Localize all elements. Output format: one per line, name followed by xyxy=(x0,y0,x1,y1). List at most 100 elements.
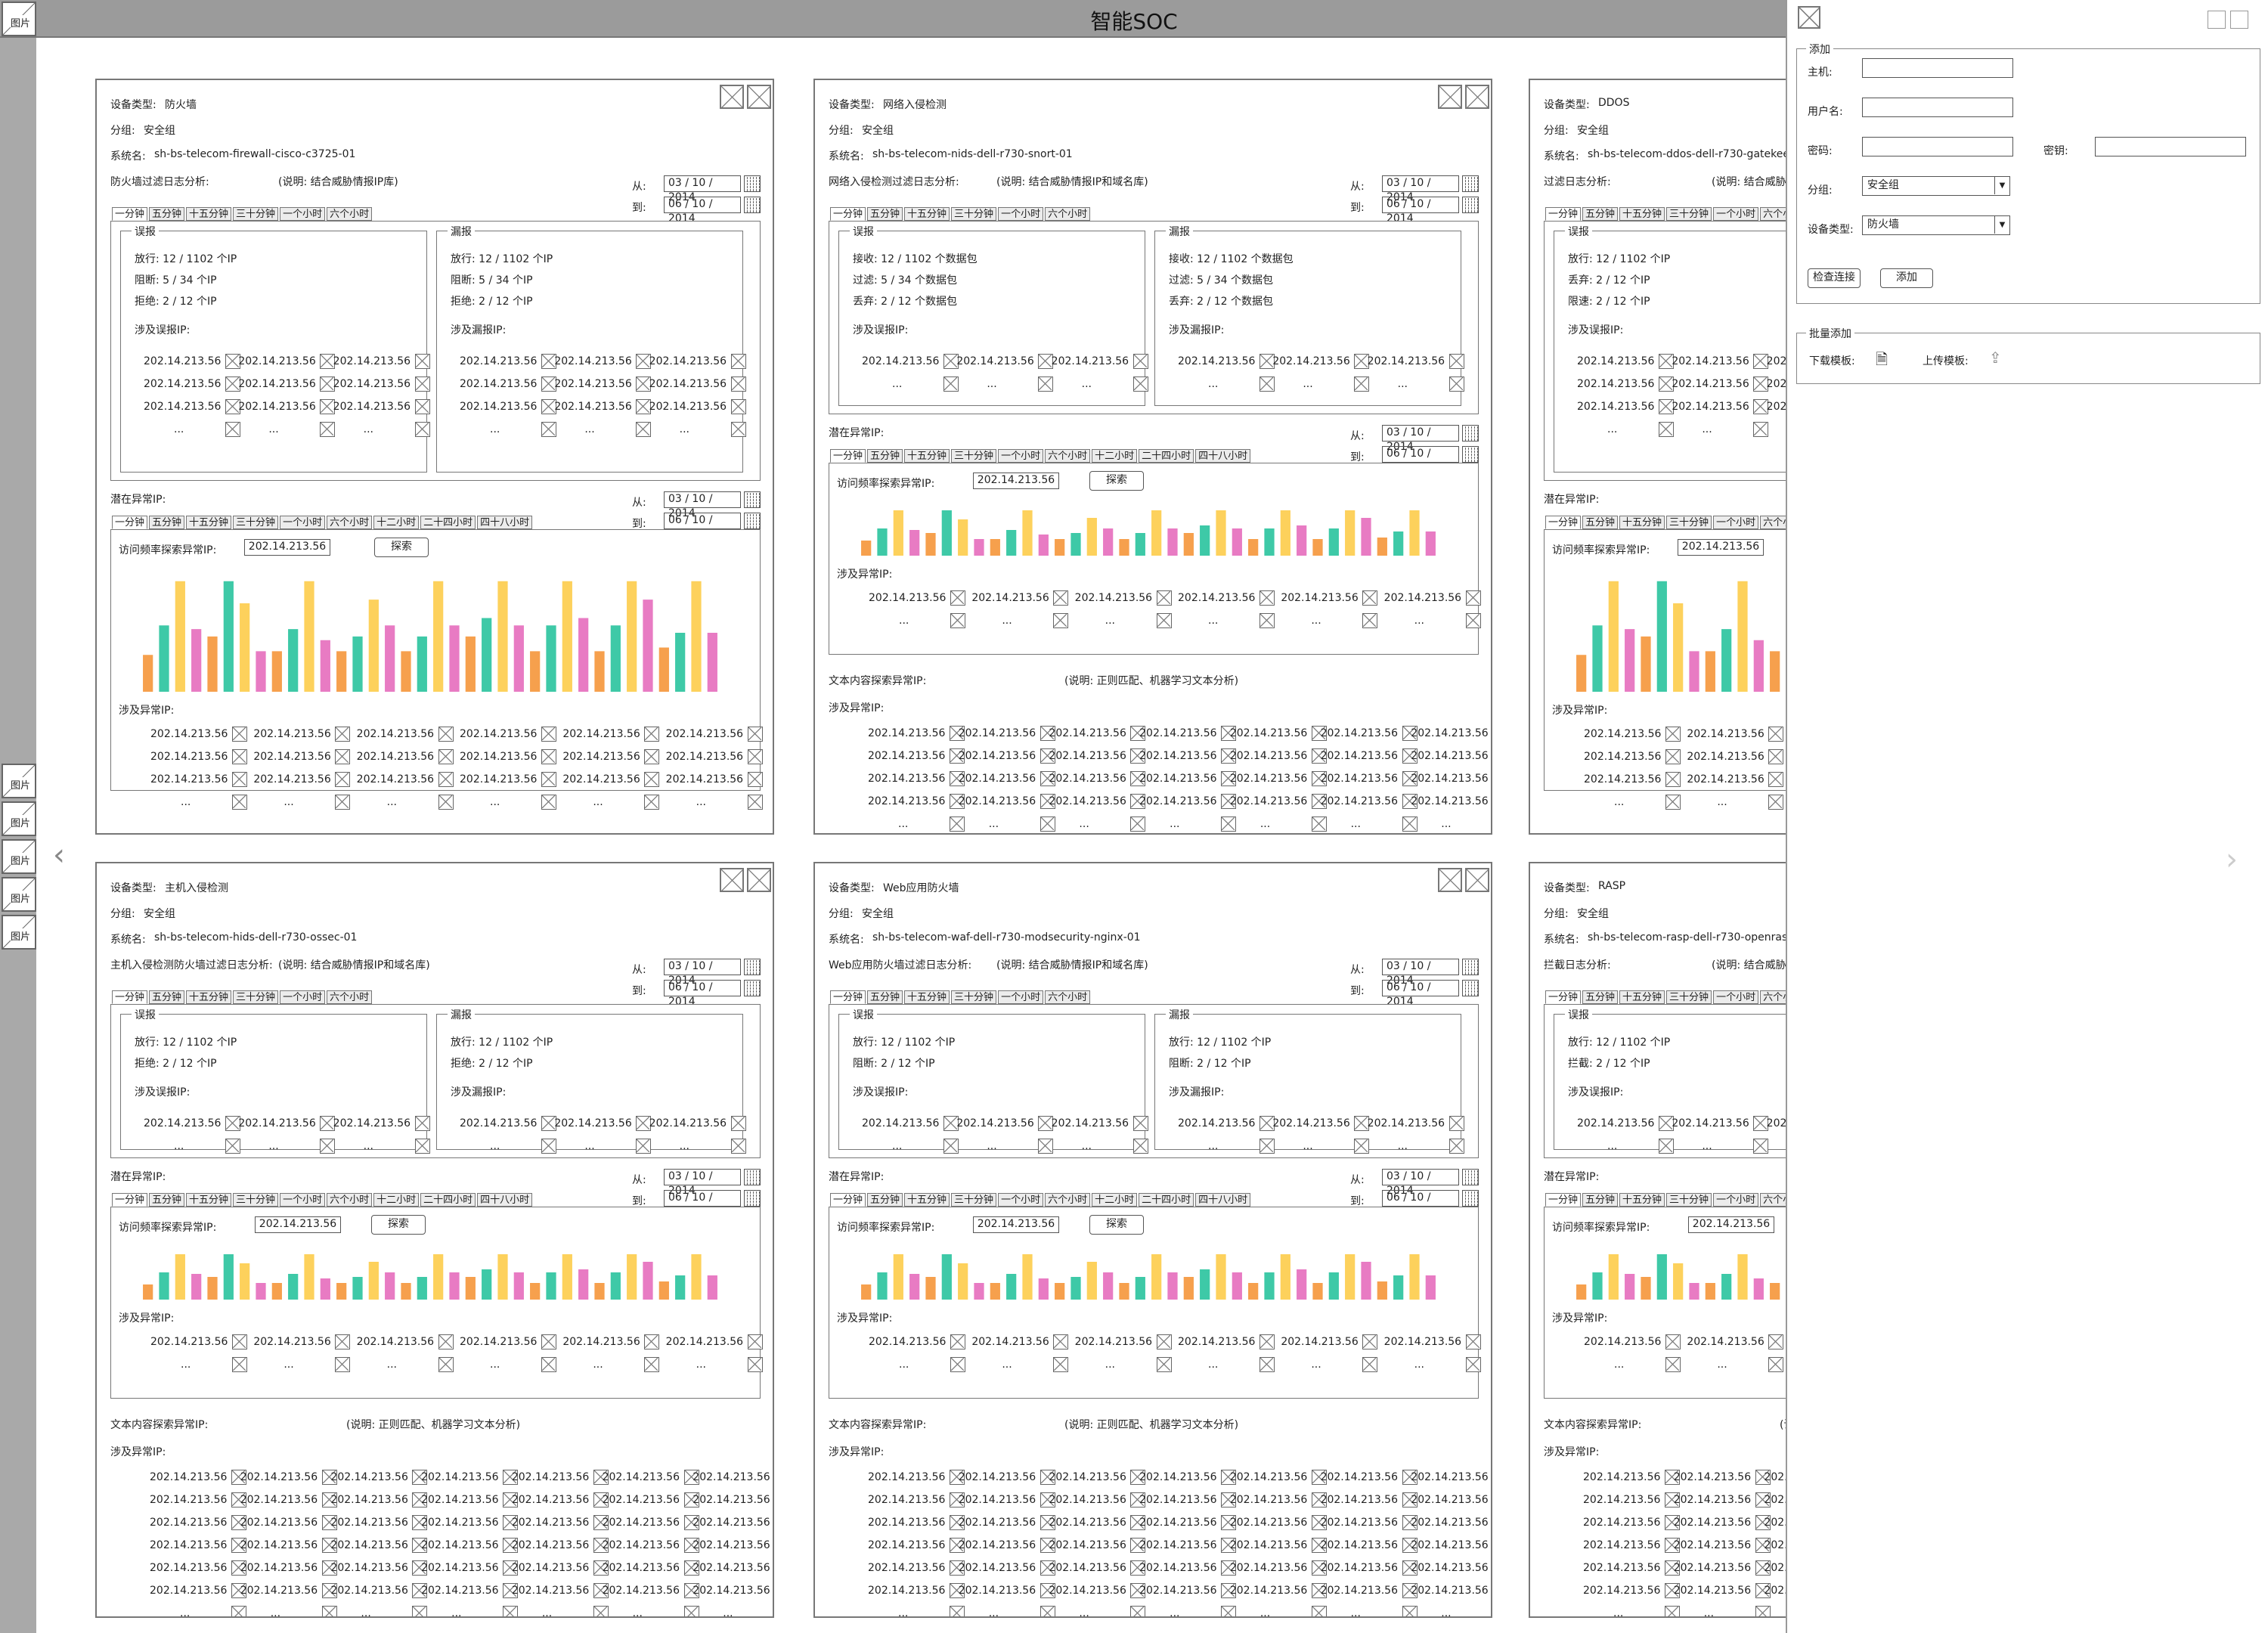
anomaly-range-tab[interactable]: 三十分钟 xyxy=(233,1193,279,1207)
remove-ip-icon[interactable] xyxy=(1768,1334,1784,1349)
remove-ip-icon[interactable] xyxy=(593,1606,609,1616)
log-range-tab[interactable]: 一个小时 xyxy=(998,990,1044,1004)
remove-ip-icon[interactable] xyxy=(1665,1334,1681,1349)
calendar-icon[interactable] xyxy=(744,175,761,192)
anomaly-range-tab[interactable]: 五分钟 xyxy=(1582,1193,1619,1207)
anomaly-range-tab[interactable]: 三十分钟 xyxy=(1666,1193,1712,1207)
remove-ip-icon[interactable] xyxy=(644,772,660,787)
log-range-tab[interactable]: 三十分钟 xyxy=(233,207,279,221)
remove-ip-icon[interactable] xyxy=(541,1334,556,1349)
remove-ip-icon[interactable] xyxy=(747,795,763,810)
remove-ip-icon[interactable] xyxy=(644,1334,660,1349)
anomaly-range-tab[interactable]: 三十分钟 xyxy=(1666,516,1712,529)
dialog-close-icon[interactable] xyxy=(1798,6,1820,29)
remove-ip-icon[interactable] xyxy=(747,1334,763,1349)
remove-ip-icon[interactable] xyxy=(1311,1606,1327,1616)
remove-ip-icon[interactable] xyxy=(503,1606,519,1616)
anomaly-range-tab[interactable]: 二十四小时 xyxy=(1139,1193,1194,1207)
remove-ip-icon[interactable] xyxy=(1132,354,1148,369)
remove-ip-icon[interactable] xyxy=(414,399,430,414)
anomaly-range-tab[interactable]: 十五分钟 xyxy=(186,1193,232,1207)
remove-ip-icon[interactable] xyxy=(1768,772,1784,787)
remove-ip-icon[interactable] xyxy=(438,795,454,810)
remove-ip-icon[interactable] xyxy=(1259,1357,1275,1372)
log-range-tab[interactable]: 一分钟 xyxy=(1545,990,1582,1004)
remove-ip-icon[interactable] xyxy=(1659,1139,1674,1154)
remove-ip-icon[interactable] xyxy=(1132,376,1148,392)
anomaly-range-tab[interactable]: 十五分钟 xyxy=(186,516,232,529)
log-range-tab[interactable]: 一个小时 xyxy=(280,990,326,1004)
calendar-icon[interactable] xyxy=(1462,425,1479,442)
log-range-tab[interactable]: 五分钟 xyxy=(149,990,185,1004)
anomaly-range-tab[interactable]: 一个小时 xyxy=(280,516,326,529)
remove-ip-icon[interactable] xyxy=(644,749,660,764)
calendar-icon[interactable] xyxy=(1462,980,1479,996)
remove-ip-icon[interactable] xyxy=(1259,376,1275,392)
anomaly-range-tab[interactable]: 一个小时 xyxy=(1713,1193,1759,1207)
remove-ip-icon[interactable] xyxy=(232,1334,247,1349)
remove-ip-icon[interactable] xyxy=(1768,749,1784,764)
log-range-tab[interactable]: 一个小时 xyxy=(1713,990,1759,1004)
log-range-tab[interactable]: 十五分钟 xyxy=(904,990,950,1004)
username-input[interactable] xyxy=(1862,98,2013,117)
log-range-tab[interactable]: 三十分钟 xyxy=(951,207,997,221)
log-range-tab[interactable]: 十五分钟 xyxy=(1619,990,1665,1004)
log-range-tab[interactable]: 十五分钟 xyxy=(186,990,232,1004)
remove-ip-icon[interactable] xyxy=(232,772,247,787)
remove-ip-icon[interactable] xyxy=(730,399,746,414)
remove-ip-icon[interactable] xyxy=(320,1139,336,1154)
log-range-tab[interactable]: 一分钟 xyxy=(830,990,866,1004)
remove-ip-icon[interactable] xyxy=(1665,772,1681,787)
remove-ip-icon[interactable] xyxy=(320,422,336,437)
ip-search-input[interactable]: 202.14.213.56 xyxy=(1678,539,1764,556)
log-range-tab[interactable]: 五分钟 xyxy=(149,207,185,221)
anomaly-range-tab[interactable]: 四十八小时 xyxy=(477,516,533,529)
calendar-icon[interactable] xyxy=(1462,175,1479,192)
remove-ip-icon[interactable] xyxy=(1465,1357,1481,1372)
anomaly-range-tab[interactable]: 五分钟 xyxy=(1582,516,1619,529)
log-range-tab[interactable]: 一个小时 xyxy=(998,207,1044,221)
log-range-tab[interactable]: 三十分钟 xyxy=(233,990,279,1004)
anomaly-range-tab[interactable]: 十二小时 xyxy=(373,1193,420,1207)
remove-ip-icon[interactable] xyxy=(1753,422,1769,437)
remove-ip-icon[interactable] xyxy=(1448,354,1464,369)
host-input[interactable] xyxy=(1862,58,2013,78)
from-date-input[interactable]: 03 / 10 / 2014 xyxy=(1382,1169,1459,1197)
log-range-tab[interactable]: 五分钟 xyxy=(867,990,903,1004)
close-icon[interactable] xyxy=(1438,868,1462,892)
anomaly-range-tab[interactable]: 一个小时 xyxy=(1713,516,1759,529)
remove-ip-icon[interactable] xyxy=(414,1139,430,1154)
remove-ip-icon[interactable] xyxy=(1755,1606,1771,1616)
anomaly-range-tab[interactable]: 一个小时 xyxy=(998,449,1044,463)
remove-ip-icon[interactable] xyxy=(335,1334,351,1349)
calendar-icon[interactable] xyxy=(744,959,761,975)
remove-ip-icon[interactable] xyxy=(1038,1139,1054,1154)
remove-ip-icon[interactable] xyxy=(1038,376,1054,392)
remove-ip-icon[interactable] xyxy=(335,1357,351,1372)
remove-ip-icon[interactable] xyxy=(1259,1334,1275,1349)
remove-ip-icon[interactable] xyxy=(438,1357,454,1372)
anomaly-range-tab[interactable]: 五分钟 xyxy=(149,1193,185,1207)
to-date-input[interactable]: 06 / 10 / 2014 xyxy=(664,980,741,1008)
log-range-tab[interactable]: 一分钟 xyxy=(112,990,148,1004)
remove-ip-icon[interactable] xyxy=(1354,376,1370,392)
from-date-input[interactable]: 03 / 10 / 2014 xyxy=(664,1169,741,1197)
remove-ip-icon[interactable] xyxy=(541,749,556,764)
anomaly-range-tab[interactable]: 一个小时 xyxy=(998,1193,1044,1207)
remove-ip-icon[interactable] xyxy=(1259,613,1275,628)
remove-ip-icon[interactable] xyxy=(747,772,763,787)
ip-search-input[interactable]: 202.14.213.56 xyxy=(244,539,330,556)
remove-ip-icon[interactable] xyxy=(950,613,965,628)
remove-ip-icon[interactable] xyxy=(730,422,746,437)
remove-ip-icon[interactable] xyxy=(1448,376,1464,392)
anomaly-range-tab[interactable]: 一个小时 xyxy=(280,1193,326,1207)
remove-ip-icon[interactable] xyxy=(636,1139,652,1154)
remove-ip-icon[interactable] xyxy=(1665,749,1681,764)
close-icon[interactable] xyxy=(747,868,771,892)
anomaly-range-tab[interactable]: 五分钟 xyxy=(149,516,185,529)
remove-ip-icon[interactable] xyxy=(1768,795,1784,810)
anomaly-range-tab[interactable]: 六个小时 xyxy=(327,516,373,529)
remove-ip-icon[interactable] xyxy=(1362,590,1378,606)
remove-ip-icon[interactable] xyxy=(1665,727,1681,742)
remove-ip-icon[interactable] xyxy=(1362,1334,1378,1349)
